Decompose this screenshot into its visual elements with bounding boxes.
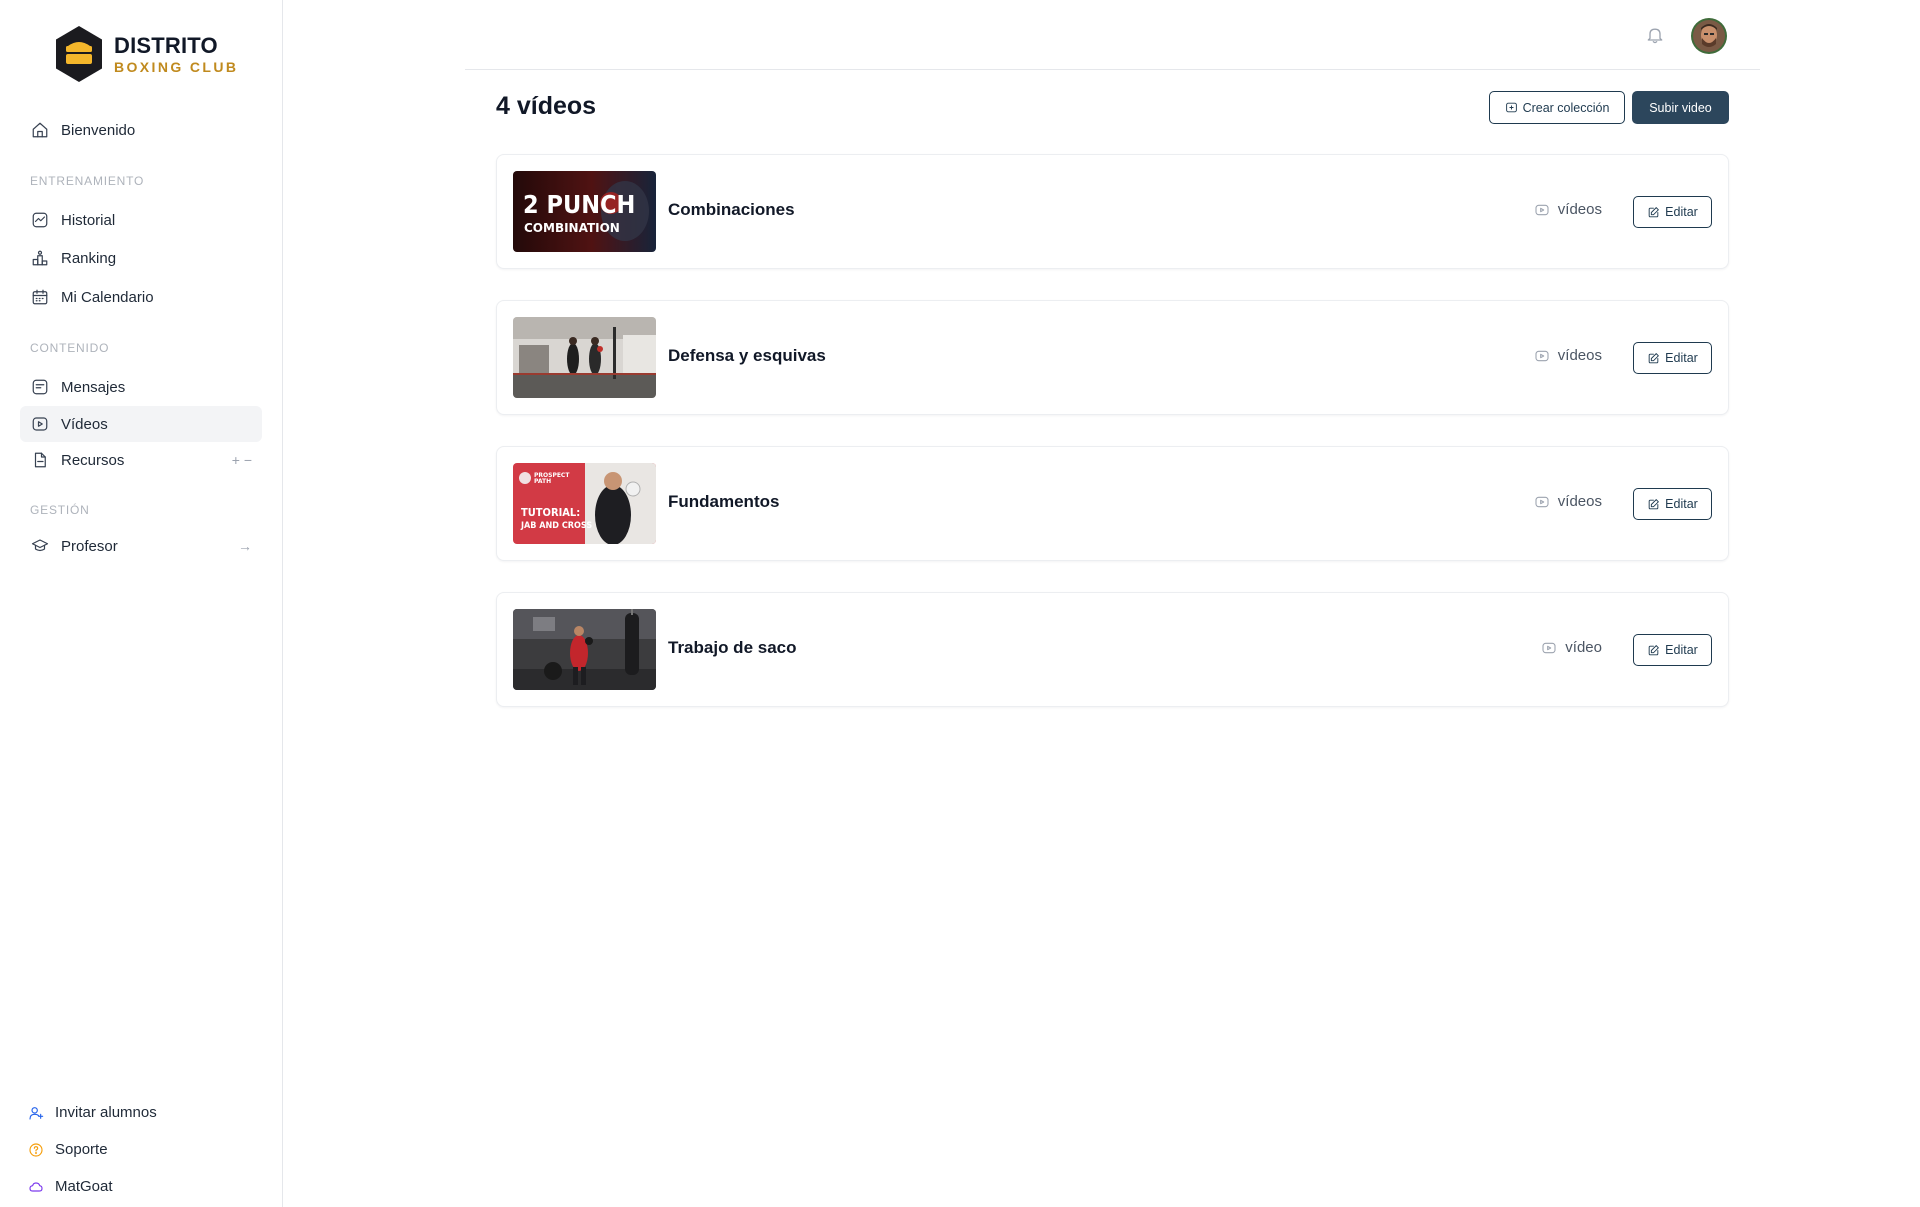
matgoat-link[interactable]: MatGoat [28, 1178, 113, 1195]
edit-label: Editar [1665, 351, 1698, 365]
collection-name[interactable]: Fundamentos [668, 492, 779, 512]
video-count: vídeos [1534, 493, 1602, 510]
cloud-icon [29, 1181, 43, 1192]
boxing-club-logo-icon [56, 26, 102, 82]
bell-icon [1647, 28, 1663, 44]
create-collection-button[interactable]: Crear colección [1489, 91, 1625, 124]
user-avatar[interactable] [1691, 18, 1727, 54]
file-icon [30, 450, 50, 470]
create-collection-label: Crear colección [1522, 100, 1610, 115]
invite-students-link[interactable]: Invitar alumnos [28, 1104, 157, 1121]
activity-chart-icon [30, 210, 50, 230]
sidebar-item-label: Recursos [61, 451, 125, 469]
edit-collection-button[interactable]: Editar [1633, 342, 1712, 374]
collection-card-fundamentos: PROSPECT PATH TUTORIAL: JAB AND CROSS Fu… [496, 446, 1729, 561]
edit-label: Editar [1665, 643, 1698, 657]
page-title: 4 vídeos [496, 92, 597, 120]
sidebar-item-label: Mi Calendario [61, 288, 154, 306]
notifications-button[interactable] [1645, 25, 1667, 47]
edit-collection-button[interactable]: Editar [1633, 196, 1712, 228]
video-count-label: vídeo [1565, 639, 1602, 656]
thumb-subtitle: COMBINATION [524, 221, 620, 235]
expand-collapse-toggle[interactable]: + − [232, 452, 252, 468]
edit-collection-button[interactable]: Editar [1633, 488, 1712, 520]
sidebar-item-profesor[interactable]: Profesor → [20, 528, 262, 564]
edit-label: Editar [1665, 205, 1698, 219]
sidebar-item-historial[interactable]: Historial [20, 202, 262, 238]
sidebar-item-videos[interactable]: Vídeos [20, 406, 262, 442]
thumb-subtitle: JAB AND CROSS [520, 521, 592, 531]
video-count: vídeos [1534, 201, 1602, 218]
upload-video-button[interactable]: Subir video [1632, 91, 1729, 124]
brand-logo[interactable]: DISTRITO BOXING CLUB [54, 25, 238, 83]
section-label-entrenamiento: ENTRENAMIENTO [30, 174, 145, 188]
collection-thumbnail[interactable] [513, 609, 656, 690]
sidebar-item-label: Profesor [61, 537, 118, 555]
bottom-item-label: MatGoat [55, 1178, 113, 1195]
collection-name[interactable]: Combinaciones [668, 200, 795, 220]
sidebar-item-label: Ranking [61, 249, 117, 267]
support-link[interactable]: Soporte [28, 1141, 108, 1158]
video-icon [1535, 350, 1549, 361]
video-icon [1535, 204, 1549, 215]
edit-icon [1648, 498, 1660, 509]
home-icon [30, 120, 50, 140]
video-count-label: vídeos [1557, 493, 1602, 510]
sidebar-item-bienvenido[interactable]: Bienvenido [20, 112, 262, 148]
video-count: vídeo [1541, 639, 1602, 656]
video-icon [1542, 642, 1556, 653]
collection-name[interactable]: Defensa y esquivas [668, 346, 826, 366]
collection-name[interactable]: Trabajo de saco [668, 638, 797, 658]
podium-icon [30, 248, 50, 268]
brand-subtitle: BOXING CLUB [114, 58, 239, 75]
thumb-title: 2 PUNCH [523, 190, 635, 219]
sidebar-item-label: Historial [61, 211, 116, 229]
message-icon [30, 377, 50, 397]
collection-card-defensa-y-esquivas: Defensa y esquivas vídeos Editar [496, 300, 1729, 415]
edit-icon [1648, 206, 1660, 217]
sidebar-item-ranking[interactable]: Ranking [20, 240, 262, 276]
collection-thumbnail[interactable]: PROSPECT PATH TUTORIAL: JAB AND CROSS [513, 463, 656, 544]
edit-collection-button[interactable]: Editar [1633, 634, 1712, 666]
video-count-label: vídeos [1557, 347, 1602, 364]
sidebar-item-label: Mensajes [61, 378, 126, 396]
brand-name: DISTRITO [114, 32, 218, 58]
collection-thumbnail[interactable]: 2 PUNCH COMBINATION [513, 171, 656, 252]
calendar-icon [30, 287, 50, 307]
section-label-gestion: GESTIÓN [30, 503, 90, 517]
edit-icon [1648, 644, 1660, 655]
folder-plus-icon [1505, 102, 1517, 113]
header-divider [465, 69, 1760, 70]
video-count: vídeos [1534, 347, 1602, 364]
avatar-photo [1693, 20, 1725, 52]
graduation-cap-icon [30, 536, 50, 556]
collection-card-combinaciones: 2 PUNCH COMBINATION Combinaciones vídeos… [496, 154, 1729, 269]
sidebar-item-label: Bienvenido [61, 121, 136, 139]
sidebar-item-label: Vídeos [61, 415, 108, 433]
section-label-contenido: CONTENIDO [30, 341, 110, 355]
sidebar: DISTRITO BOXING CLUB Bienvenido ENTRENAM… [0, 0, 283, 1207]
collection-card-trabajo-de-saco: Trabajo de saco vídeo Editar [496, 592, 1729, 707]
sidebar-item-mi-calendario[interactable]: Mi Calendario [20, 279, 262, 315]
arrow-right-icon: → [238, 538, 252, 554]
sidebar-item-mensajes[interactable]: Mensajes [20, 369, 262, 405]
bottom-item-label: Soporte [55, 1141, 108, 1158]
video-icon [30, 414, 50, 434]
sidebar-item-recursos[interactable]: Recursos + − [20, 442, 262, 478]
user-plus-icon [29, 1106, 44, 1120]
edit-label: Editar [1665, 497, 1698, 511]
video-count-label: vídeos [1557, 201, 1602, 218]
edit-icon [1648, 352, 1660, 363]
bottom-item-label: Invitar alumnos [55, 1104, 157, 1121]
video-icon [1535, 496, 1549, 507]
thumb-title: TUTORIAL: [521, 506, 580, 519]
svg-text:PATH: PATH [534, 478, 551, 485]
collection-thumbnail[interactable] [513, 317, 656, 398]
help-circle-icon [29, 1142, 43, 1157]
